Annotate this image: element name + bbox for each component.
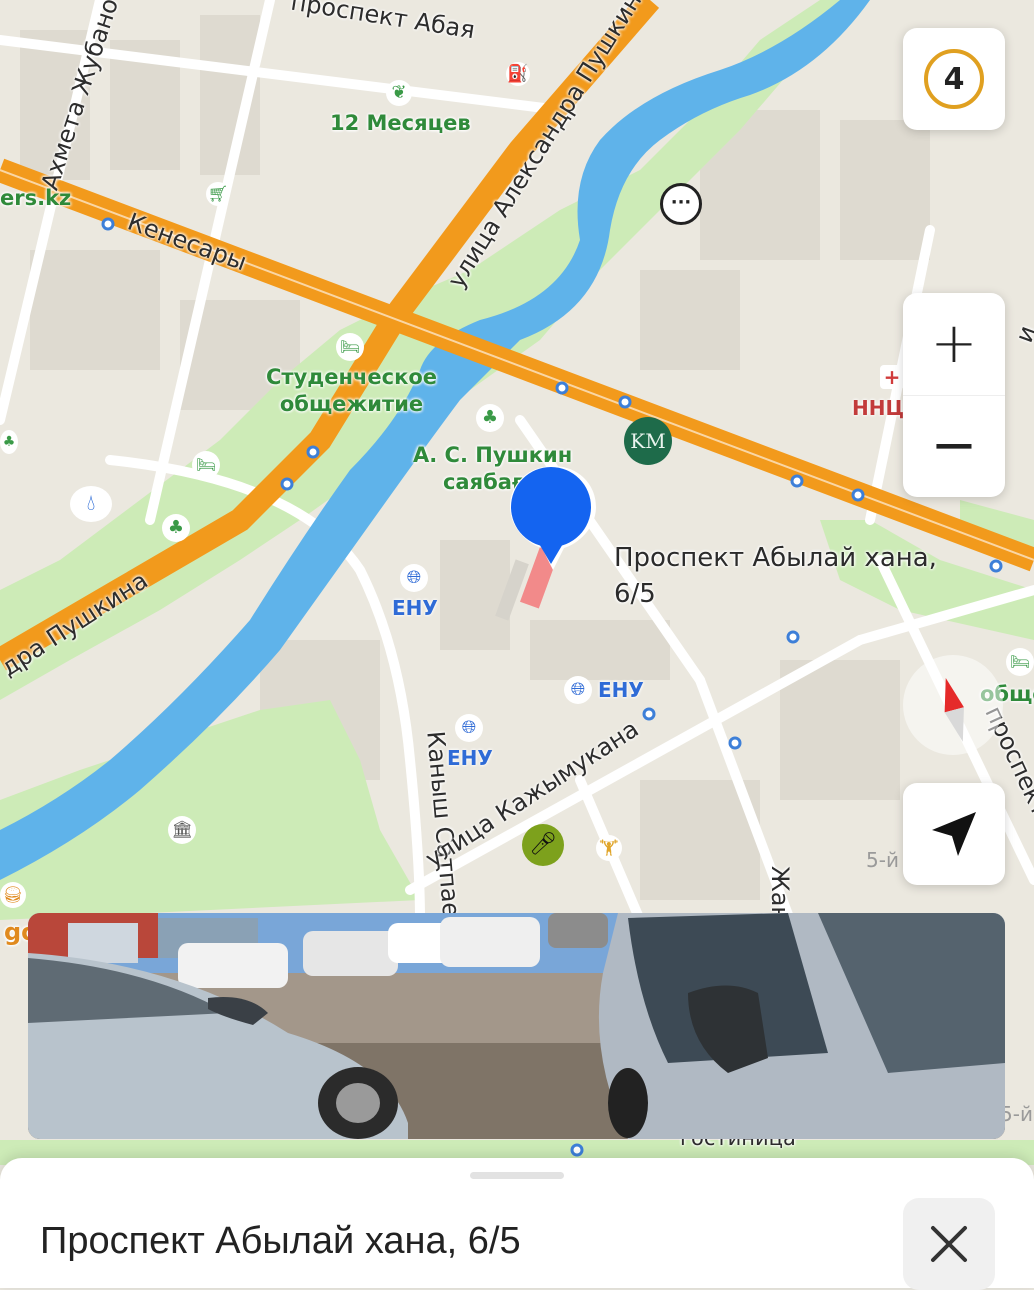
- place-label-enu-3[interactable]: ЕНУ: [447, 746, 493, 770]
- hotel-bed-icon-2[interactable]: 🛏︎: [192, 451, 220, 479]
- place-label-students-dorm[interactable]: Студенческое общежитие: [266, 364, 437, 418]
- place-label-enu-1[interactable]: ЕНУ: [392, 596, 438, 620]
- layers-count: 4: [943, 61, 965, 97]
- place-label-12-months[interactable]: 12 Месяцев: [330, 110, 471, 137]
- plant-shop-icon[interactable]: ❦: [386, 80, 412, 106]
- fuel-station-icon[interactable]: ⛽: [506, 62, 530, 86]
- karaoke-mic-icon[interactable]: 🎤︎: [522, 824, 564, 866]
- logo-km-icon[interactable]: KM: [624, 417, 672, 465]
- compass-button[interactable]: [903, 655, 1003, 755]
- layers-count-badge: 4: [924, 49, 984, 109]
- close-icon: [931, 1226, 967, 1262]
- street-view-image: [28, 913, 1005, 1139]
- compass-icon: [944, 677, 964, 742]
- park-tree-icon[interactable]: ♣: [476, 404, 504, 432]
- university-globe-icon-3[interactable]: 🌐︎: [455, 714, 483, 742]
- place-title: Проспект Абылай хана, 6/5: [40, 1220, 521, 1262]
- zoom-control: + −: [903, 293, 1005, 497]
- my-location-button[interactable]: [903, 783, 1005, 885]
- burger-icon[interactable]: 🍔︎: [0, 882, 26, 908]
- navigation-arrow-icon: [932, 812, 976, 856]
- museum-icon[interactable]: 🏛︎: [168, 816, 196, 844]
- park-tree-icon-3[interactable]: ♣: [0, 430, 18, 454]
- street-view-preview[interactable]: [28, 913, 1005, 1139]
- park-tree-icon-2[interactable]: ♣: [162, 514, 190, 542]
- university-globe-icon-2[interactable]: 🌐︎: [564, 676, 592, 704]
- layers-button[interactable]: 4: [903, 28, 1005, 130]
- zoom-out-button[interactable]: −: [903, 396, 1005, 498]
- zoom-in-button[interactable]: +: [903, 293, 1005, 396]
- shop-cart-icon[interactable]: 🛒︎: [206, 182, 230, 206]
- minus-icon: −: [930, 413, 978, 479]
- plus-icon: +: [930, 310, 978, 376]
- selected-address-label: Проспект Абылай хана, 6/5: [614, 543, 937, 609]
- gym-dumbbell-icon[interactable]: 🏋︎: [596, 835, 622, 861]
- university-globe-icon[interactable]: 🌐︎: [400, 564, 428, 592]
- place-card-sheet[interactable]: Проспект Абылай хана, 6/5: [0, 1158, 1034, 1290]
- hotel-bed-icon-3[interactable]: 🛏︎: [1006, 648, 1034, 676]
- hotel-bed-icon[interactable]: 🛏︎: [336, 333, 364, 361]
- place-label-flowers[interactable]: ers.kz: [0, 185, 71, 212]
- water-drop-icon[interactable]: 💧︎: [70, 486, 112, 522]
- close-button[interactable]: [903, 1198, 995, 1290]
- sheet-drag-handle[interactable]: [470, 1172, 564, 1179]
- hospital-icon[interactable]: +: [880, 365, 904, 389]
- place-label-enu-2[interactable]: ЕНУ: [598, 678, 644, 702]
- location-pin-icon[interactable]: [508, 464, 598, 574]
- chat-bubble-icon[interactable]: ···: [660, 183, 702, 225]
- place-label-nnc[interactable]: ННЦ: [852, 396, 904, 420]
- place-label-5th: 5-й: [866, 848, 899, 872]
